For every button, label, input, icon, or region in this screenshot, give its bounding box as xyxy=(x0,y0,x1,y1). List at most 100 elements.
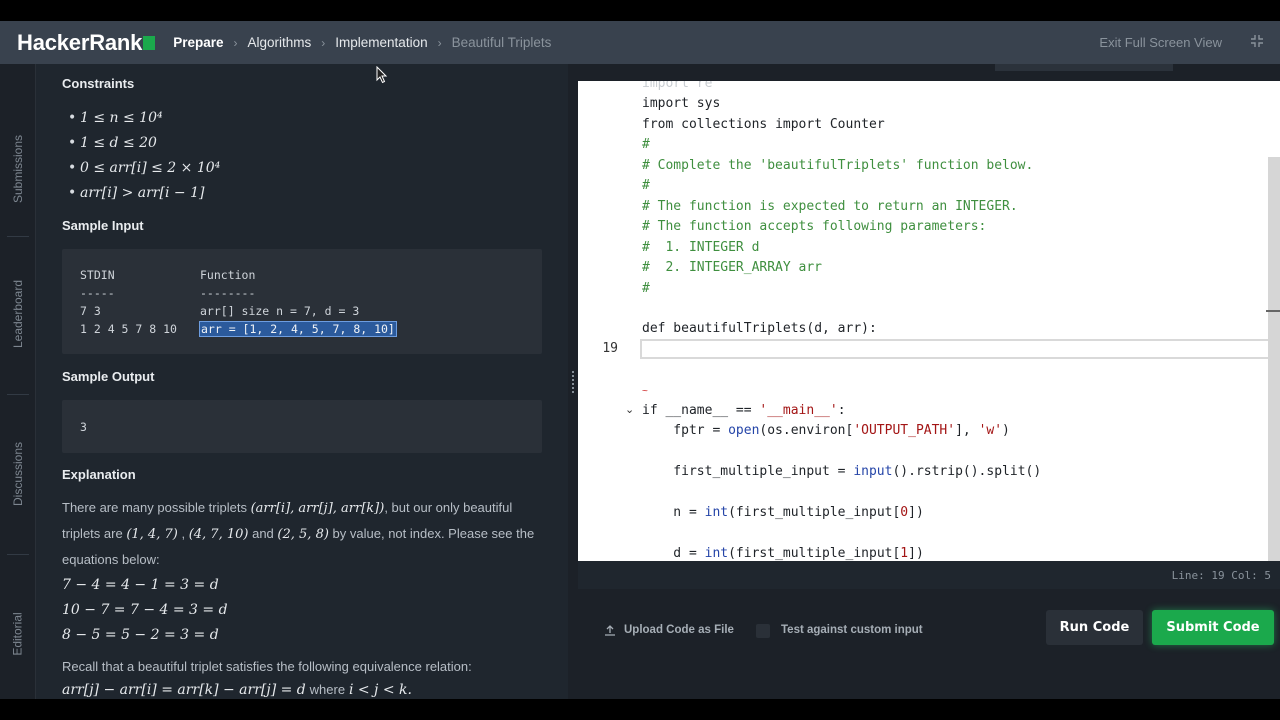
explanation-math: (2, 5, 8) xyxy=(277,527,329,542)
breadcrumb-current: Beautiful Triplets xyxy=(451,35,552,50)
code-token: Counter xyxy=(822,117,885,132)
code-builtin: input xyxy=(853,464,893,479)
error-squiggle-icon: ~ xyxy=(642,386,648,397)
logo-square-icon xyxy=(143,36,156,50)
rail-leaderboard-label: Leaderboard xyxy=(11,279,25,349)
constraints-heading: Constraints xyxy=(62,76,135,91)
fold-chevron-icon[interactable]: ⌄ xyxy=(625,403,634,416)
code-token: from xyxy=(642,117,674,132)
letterbox-bottom xyxy=(0,699,1280,720)
breadcrumb-prepare[interactable]: Prepare xyxy=(173,35,223,50)
rail-divider xyxy=(7,554,29,555)
code-comment: # xyxy=(642,137,650,152)
rail-discussions-label: Discussions xyxy=(11,441,25,507)
rail-discussions[interactable]: Discussions xyxy=(0,419,36,529)
sample-output-value: 3 xyxy=(80,420,87,434)
active-line-number: 19 xyxy=(602,341,618,356)
recall-text: Recall that a beautiful triplet satisfie… xyxy=(62,659,472,674)
code-token: ]) xyxy=(908,505,924,520)
code-editor[interactable]: 19 import re import sys from collections… xyxy=(578,81,1280,561)
code-token: ], xyxy=(955,423,979,438)
side-rail: Submissions Leaderboard Discussions Edit… xyxy=(0,64,36,699)
code-token: (first_multiple_input[ xyxy=(728,505,901,520)
code-token: d = xyxy=(642,546,705,561)
explanation-part: , xyxy=(181,526,186,541)
relation-where: where xyxy=(309,682,346,697)
stdin-row-2: 1 2 4 5 7 8 10 xyxy=(80,322,177,336)
explanation-math: (arr[i], arr[j], arr[k]) xyxy=(250,501,385,516)
code-string: 'OUTPUT_PATH' xyxy=(853,423,956,438)
drag-handle-icon[interactable] xyxy=(571,370,575,394)
editor-scrollbar[interactable] xyxy=(1268,157,1280,561)
function-row-1: arr[] size n = 7, d = 3 xyxy=(200,304,360,318)
code-token: : xyxy=(837,403,846,418)
breadcrumb: Prepare › Algorithms › Implementation › … xyxy=(173,35,551,50)
custom-input-label[interactable]: Test against custom input xyxy=(781,624,923,636)
rail-leaderboard[interactable]: Leaderboard xyxy=(0,259,36,369)
code-string: 'w' xyxy=(978,423,1003,438)
equation-2: 10 − 7 = 7 − 4 = 3 = d xyxy=(62,602,228,618)
code-comment: # The function accepts following paramet… xyxy=(642,219,987,234)
code-token: first_multiple_input = xyxy=(642,464,854,479)
stdin-header: STDIN xyxy=(80,268,115,282)
code-token: ]) xyxy=(908,546,924,561)
cursor-position: Line: 19 Col: 5 xyxy=(1171,569,1271,582)
current-line-highlight[interactable] xyxy=(640,339,1276,359)
mouse-pointer-icon xyxy=(376,66,388,84)
code-token: import xyxy=(775,117,823,132)
explanation-part: and xyxy=(252,526,274,541)
code-comment: # 2. INTEGER_ARRAY arr xyxy=(642,260,823,275)
code-comment: # The function is expected to return an … xyxy=(642,199,1018,214)
collapse-icon[interactable] xyxy=(1250,34,1264,48)
constraint-item: 1 ≤ d ≤ 20 xyxy=(68,131,220,156)
exit-fullscreen-link[interactable]: Exit Full Screen View xyxy=(1099,35,1222,50)
code-string: '__main__' xyxy=(759,403,838,418)
rail-submissions[interactable]: Submissions xyxy=(0,114,36,224)
explanation-math: (1, 4, 7) xyxy=(126,527,178,542)
stdin-row-1: 7 3 xyxy=(80,304,101,318)
code-line: if __name__ == '__main__': xyxy=(642,403,846,418)
code-builtin: open xyxy=(728,423,760,438)
rail-divider xyxy=(7,394,29,395)
code-line: d = int(first_multiple_input[1]) xyxy=(642,546,924,561)
upload-label: Upload Code as File xyxy=(624,624,734,636)
stdin-rule: ----- xyxy=(80,286,115,300)
custom-input-checkbox[interactable] xyxy=(756,624,770,638)
line-gutter xyxy=(578,81,630,561)
relation-line: arr[j] − arr[i] = arr[k] − arr[j] = d wh… xyxy=(62,681,412,698)
constraints-list: 1 ≤ n ≤ 10⁴ 1 ≤ d ≤ 20 0 ≤ arr[i] ≤ 2 × … xyxy=(68,106,220,206)
code-token: (os.environ[ xyxy=(759,423,854,438)
logo-text: HackerRank xyxy=(17,29,143,55)
code-line: n = int(first_multiple_input[0]) xyxy=(642,505,924,520)
code-token: __name__ == xyxy=(657,403,760,418)
code-token: ) xyxy=(1002,423,1010,438)
code-line: from collections import Counter xyxy=(642,117,885,132)
breadcrumb-algorithms[interactable]: Algorithms xyxy=(248,35,312,50)
chevron-right-icon: › xyxy=(437,35,442,50)
equation-1: 7 − 4 = 4 − 1 = 3 = d xyxy=(62,577,219,593)
submit-code-button[interactable]: Submit Code xyxy=(1152,610,1274,645)
sample-input-block: STDIN Function ----- -------- 7 3 arr[] … xyxy=(62,249,542,354)
selected-text[interactable]: arr = [1, 2, 4, 5, 7, 8, 10] xyxy=(199,321,397,337)
code-comment: # xyxy=(642,178,650,193)
run-code-button[interactable]: Run Code xyxy=(1046,610,1143,645)
code-token: fptr = xyxy=(642,423,729,438)
sample-output-heading: Sample Output xyxy=(62,369,155,384)
letterbox-top xyxy=(0,0,1280,21)
explanation-math: (4, 7, 10) xyxy=(188,527,249,542)
problem-statement: Constraints 1 ≤ n ≤ 10⁴ 1 ≤ d ≤ 20 0 ≤ a… xyxy=(36,64,568,699)
upload-code-link[interactable]: Upload Code as File xyxy=(604,624,734,636)
explanation-heading: Explanation xyxy=(62,467,136,482)
code-line: import sys xyxy=(642,96,721,111)
breadcrumb-implementation[interactable]: Implementation xyxy=(335,35,427,50)
constraint-item: arr[i] > arr[i − 1] xyxy=(68,181,220,206)
sample-input-heading: Sample Input xyxy=(62,218,144,233)
rail-editorial[interactable]: Editorial xyxy=(0,584,36,684)
code-builtin: int xyxy=(704,505,729,520)
relation-math: arr[j] − arr[i] = arr[k] − arr[j] = d xyxy=(62,682,306,698)
code-comment: # Complete the 'beautifulTriplets' funct… xyxy=(642,158,1034,173)
code-token: collections xyxy=(673,117,776,132)
editor-toolbar xyxy=(995,64,1173,71)
code-token: (first_multiple_input[ xyxy=(728,546,901,561)
hackerrank-logo[interactable]: HackerRank xyxy=(17,29,156,56)
